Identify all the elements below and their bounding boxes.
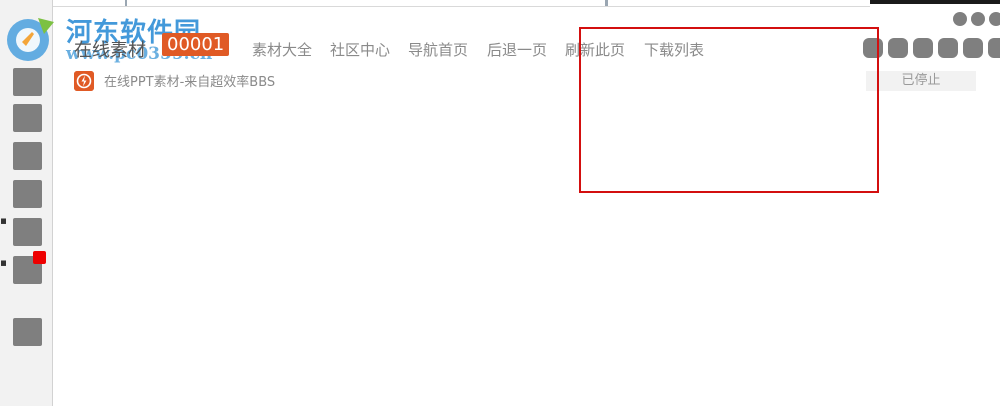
brand-label: 在线素材	[74, 40, 146, 61]
nav-material-library[interactable]: 素材大全	[252, 39, 312, 60]
nav-home[interactable]: 导航首页	[408, 39, 468, 60]
toolbar-icon-4[interactable]	[938, 38, 958, 58]
download-status[interactable]: 已停止	[866, 71, 976, 91]
toolbar-icon-3[interactable]	[913, 38, 933, 58]
toolbar-icon-6[interactable]	[988, 38, 1000, 58]
toolbar-icon-5[interactable]	[963, 38, 983, 58]
minimize-icon[interactable]	[953, 12, 967, 26]
sidebar-app-icon-2[interactable]	[13, 104, 42, 132]
lightning-icon	[74, 71, 94, 91]
highlight-box	[579, 27, 879, 193]
header-divider	[52, 6, 870, 7]
sidebar-app-icon-3[interactable]	[13, 142, 42, 170]
taskbar-fragment	[870, 0, 1000, 4]
toolbar-icon-2[interactable]	[888, 38, 908, 58]
nav-back[interactable]: 后退一页	[487, 39, 547, 60]
sidebar-app-icon-7[interactable]	[13, 318, 42, 346]
clipped-edge-glyph: ▪	[0, 214, 6, 227]
watermark-logo-icon	[7, 18, 54, 61]
nav-community-center[interactable]: 社区中心	[330, 39, 390, 60]
close-icon[interactable]	[989, 12, 1000, 26]
download-title: 在线PPT素材-来自超效率BBS	[104, 75, 276, 90]
sidebar-app-icon-4[interactable]	[13, 180, 42, 208]
sidebar-app-icon-1[interactable]	[13, 68, 42, 96]
maximize-icon[interactable]	[971, 12, 985, 26]
clipped-edge-glyph: ▪	[0, 256, 6, 269]
sidebar-app-icon-5[interactable]	[13, 218, 42, 246]
notification-badge	[33, 251, 46, 264]
brand-badge: 00001	[162, 33, 230, 56]
